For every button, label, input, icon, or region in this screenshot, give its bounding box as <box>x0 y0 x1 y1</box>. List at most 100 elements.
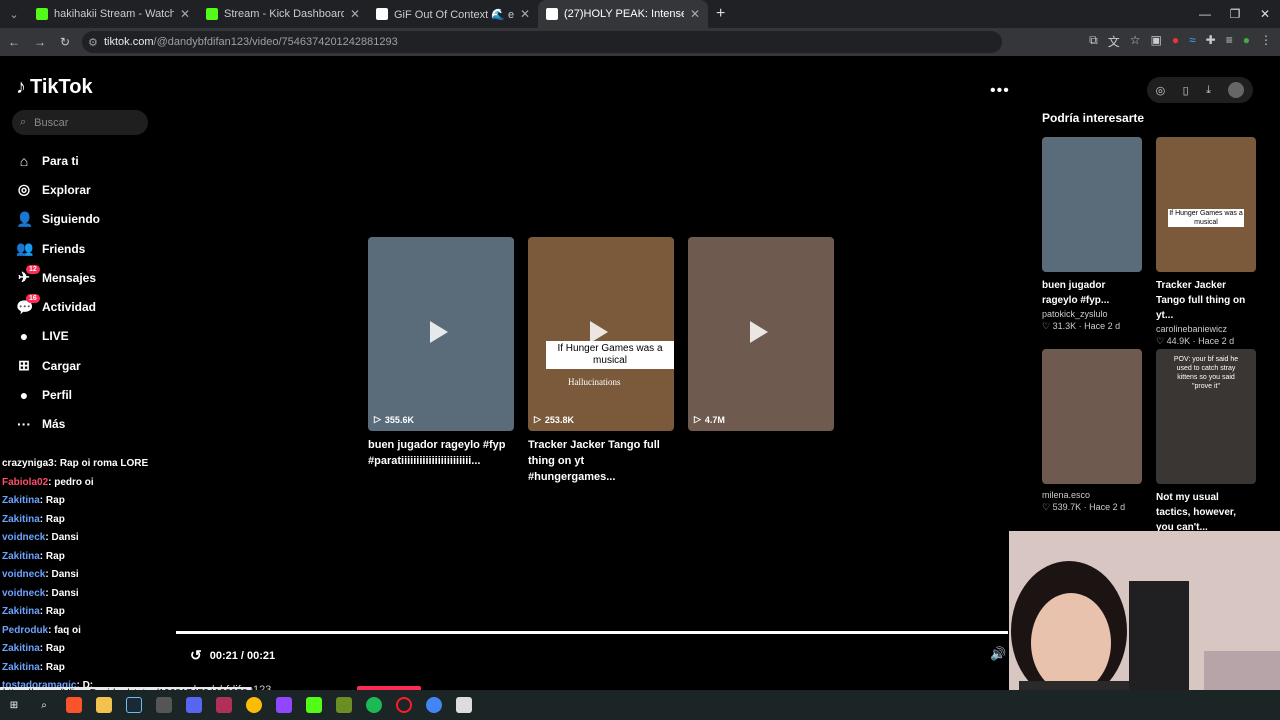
back-icon[interactable]: ← <box>8 35 20 49</box>
bookmark-star-icon[interactable]: ☆ <box>1130 33 1141 50</box>
thumbnail-caption: If Hunger Games was a musical <box>1168 209 1244 227</box>
recommended-video[interactable]: milena.esco ♡ 539.7K · Hace 2 d <box>1042 349 1142 513</box>
tab-close-icon[interactable]: ✕ <box>520 7 530 21</box>
recommended-video[interactable]: POV: your bf said he used to catch stray… <box>1156 349 1256 546</box>
chat-message: Zakitina: Rap <box>2 492 172 511</box>
steam-icon[interactable] <box>126 697 142 713</box>
minimize-button[interactable]: — <box>1190 0 1220 28</box>
device-icon[interactable]: ▯ <box>1183 84 1189 97</box>
download-icon[interactable]: ⤓ <box>1206 84 1211 97</box>
app-icon-1[interactable] <box>156 697 172 713</box>
app-icon-3[interactable] <box>276 697 292 713</box>
restore-button[interactable]: ❐ <box>1220 0 1250 28</box>
nav-label: Friends <box>42 241 86 256</box>
video-card[interactable]: If Hunger Games was a musical Hallucinati… <box>528 237 674 485</box>
nav-item-perfil[interactable]: ● Perfil <box>16 380 100 409</box>
recommended-thumbnail[interactable] <box>1042 349 1142 484</box>
video-card[interactable]: ▷ 4.7M <box>688 237 834 485</box>
nav-label: Más <box>42 417 66 432</box>
recommended-author[interactable]: carolinebaniewicz <box>1156 324 1256 334</box>
search-icon: ⌕ <box>20 116 27 128</box>
tab-close-icon[interactable]: ✕ <box>350 7 360 21</box>
user-avatar[interactable] <box>1228 82 1245 98</box>
nav-item-más[interactable]: ··· Más <box>16 410 100 439</box>
tab-close-icon[interactable]: ✕ <box>180 7 190 21</box>
brave-icon[interactable] <box>66 697 82 713</box>
play-icon <box>590 321 608 343</box>
chrome-icon[interactable] <box>246 697 262 713</box>
nav-item-cargar[interactable]: ⊞ Cargar <box>16 351 100 380</box>
url-field[interactable]: ⚙ tiktok.com/@dandybfdifan123/video/7546… <box>82 31 1002 53</box>
recommended-thumbnail[interactable]: POV: your bf said he used to catch stray… <box>1156 349 1256 484</box>
cast-icon[interactable]: ⧉ <box>1089 33 1098 50</box>
tiktok-page: ♪ TikTok ⌕ Buscar ⌂ Para ti ◎ Explorar 👤 Siguie… <box>0 56 1280 720</box>
reload-icon[interactable]: ↻ <box>60 35 70 49</box>
nav-item-friends[interactable]: 👥 Friends <box>16 234 100 263</box>
more-options-icon[interactable]: ••• <box>990 82 1010 100</box>
start-icon[interactable]: ⊞ <box>6 697 22 713</box>
chrome-active-icon[interactable] <box>426 697 442 713</box>
tab-close-icon[interactable]: ✕ <box>690 7 700 21</box>
upload-icon: ⊞ <box>18 357 30 374</box>
browser-tab[interactable]: GiF Out Of Context 🌊 en X: "h ✕ <box>368 0 538 28</box>
chat-message: Zakitina: Rap <box>2 511 172 530</box>
url-domain: tiktok.com <box>104 36 154 48</box>
nav-item-explorar[interactable]: ◎ Explorar <box>16 175 100 204</box>
recommended-thumbnail[interactable]: If Hunger Games was a musical <box>1156 137 1256 272</box>
video-progress-bar[interactable] <box>176 631 1008 634</box>
taskbar-search-icon[interactable]: ⌕ <box>36 697 52 713</box>
profile-avatar-icon[interactable]: ● <box>1243 33 1250 50</box>
nav-item-para-ti[interactable]: ⌂ Para ti <box>16 146 100 175</box>
recommended-video[interactable]: buen jugador rageylo #fyp... patokick_zys… <box>1042 137 1142 332</box>
video-thumbnail[interactable]: If Hunger Games was a musical Hallucinati… <box>528 237 674 431</box>
top-right-controls: ◎ ▯ ⤓ <box>1147 77 1253 103</box>
opera-icon[interactable] <box>396 697 412 713</box>
chat-message: Pedroduk: faq oi <box>2 622 172 641</box>
video-caption[interactable]: buen jugador rageylo #fyp #paratiiiiiiii… <box>368 437 514 469</box>
browser-tab[interactable]: (27)HOLY PEAK: Intense Co ✕ <box>538 0 708 28</box>
browser-tab[interactable]: Stream - Kick Dashboard ✕ <box>198 0 368 28</box>
nav-item-live[interactable]: ● LIVE <box>16 322 100 351</box>
site-info-icon[interactable]: ⚙ <box>88 36 98 49</box>
video-card[interactable]: ▷ 355.6K buen jugador rageylo #fyp #parati… <box>368 237 514 485</box>
recommended-thumbnail[interactable] <box>1042 137 1142 272</box>
close-window-button[interactable]: ✕ <box>1250 0 1280 28</box>
video-caption[interactable]: Tracker Jacker Tango full thing on yt #h… <box>528 437 674 485</box>
explorer-icon[interactable] <box>96 697 112 713</box>
kick-icon[interactable] <box>306 697 322 713</box>
recommended-author[interactable]: milena.esco <box>1042 490 1142 500</box>
recommended-video[interactable]: If Hunger Games was a musical Tracker Jac… <box>1156 137 1256 347</box>
menu-icon[interactable]: ⋮ <box>1260 33 1272 50</box>
video-thumbnail[interactable]: ▷ 4.7M <box>688 237 834 431</box>
chat-text: Rap <box>45 643 65 654</box>
nav-item-siguiendo[interactable]: 👤 Siguiendo <box>16 205 100 234</box>
app-icon-2[interactable] <box>216 697 232 713</box>
browser-tab[interactable]: hakihakii Stream - Watch Live o ✕ <box>28 0 198 28</box>
new-tab-button[interactable]: + <box>716 5 725 23</box>
extension-blue-icon[interactable]: ≈ <box>1189 33 1196 50</box>
compass-small-icon[interactable]: ◎ <box>1156 84 1166 97</box>
nav-item-actividad[interactable]: 💬 Actividad 16 <box>16 292 100 321</box>
replay-icon[interactable]: ↺ <box>190 647 202 664</box>
reading-list-icon[interactable]: ≡ <box>1226 33 1233 50</box>
chat-message: voidneck: Dansi <box>2 585 172 604</box>
nav-item-mensajes[interactable]: ✈ Mensajes 12 <box>16 263 100 292</box>
extension-red-icon[interactable]: ● <box>1172 33 1179 50</box>
translate-icon[interactable]: 文 <box>1108 33 1120 50</box>
video-thumbnail[interactable]: ▷ 355.6K <box>368 237 514 431</box>
forward-icon[interactable]: → <box>34 35 46 49</box>
app-icon-4[interactable] <box>456 697 472 713</box>
extension-icon[interactable]: ▣ <box>1150 33 1161 50</box>
search-input[interactable]: ⌕ Buscar <box>12 110 148 135</box>
spotify-icon[interactable] <box>366 697 382 713</box>
minecraft-icon[interactable] <box>336 697 352 713</box>
puzzle-icon[interactable]: ✚ <box>1206 33 1216 50</box>
volume-icon[interactable]: 🔊 <box>990 646 1006 662</box>
recommended-author[interactable]: patokick_zyslulo <box>1042 309 1142 319</box>
tiktok-logo[interactable]: ♪ TikTok <box>16 76 93 99</box>
chat-message: Zakitina: Rap <box>2 659 172 678</box>
chat-username: voidneck <box>2 587 46 599</box>
tab-search-icon[interactable]: ⌄ <box>0 8 28 21</box>
discord-icon[interactable] <box>186 697 202 713</box>
chat-message: Zakitina: Rap <box>2 548 172 567</box>
